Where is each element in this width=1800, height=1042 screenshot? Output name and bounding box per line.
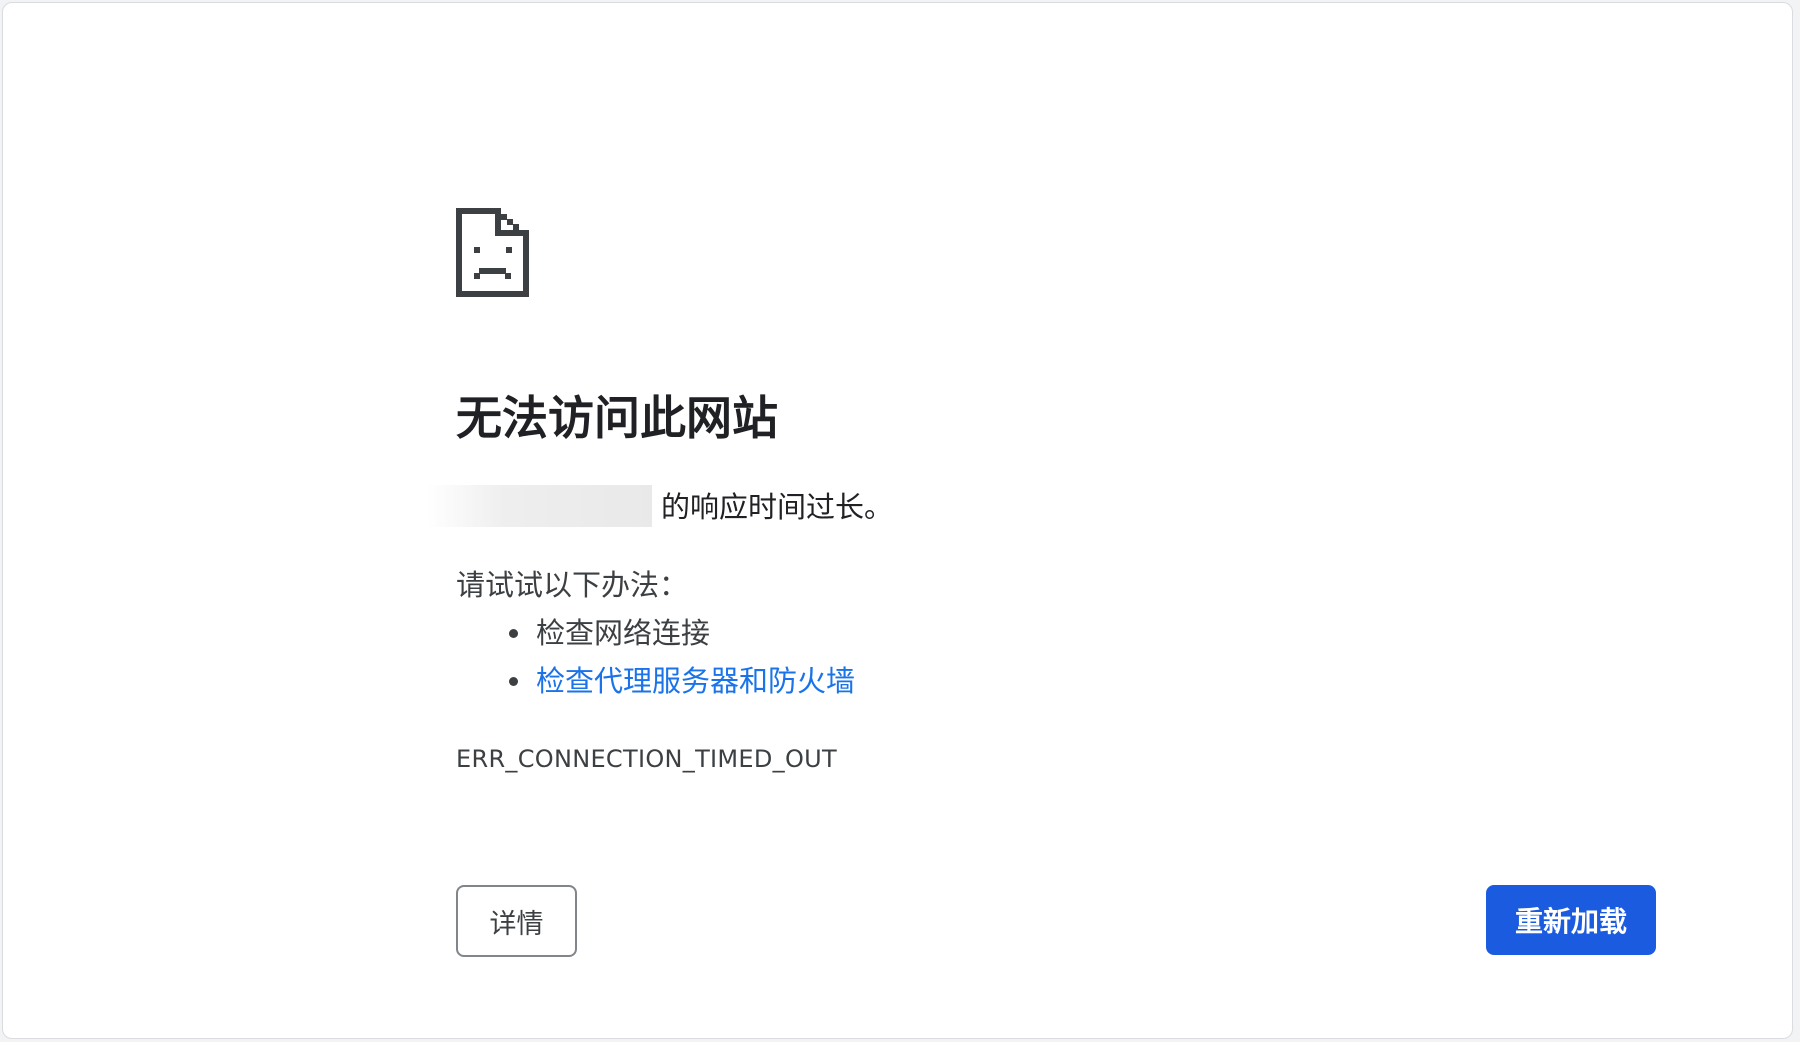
sad-document-icon: [456, 208, 529, 297]
check-proxy-firewall-link[interactable]: 检查代理服务器和防火墙: [536, 664, 855, 698]
error-headline: 无法访问此网站: [456, 391, 778, 445]
details-button[interactable]: 详情: [456, 885, 577, 957]
suggestion-label: 检查网络连接: [536, 616, 711, 650]
suggestions-intro: 请试试以下办法：: [456, 568, 689, 602]
reload-button[interactable]: 重新加载: [1486, 885, 1656, 955]
error-content: 无法访问此网站 的响应时间过长。 请试试以下办法： 检查网络连接 检查代理服务器…: [427, 3, 1656, 1038]
browser-page: 无法访问此网站 的响应时间过长。 请试试以下办法： 检查网络连接 检查代理服务器…: [2, 2, 1793, 1039]
bullet-icon: [509, 677, 518, 686]
summary-text: 的响应时间过长。: [661, 490, 894, 524]
suggestion-check-proxy-firewall: 检查代理服务器和防火墙: [456, 657, 855, 705]
redacted-hostname: [427, 485, 652, 527]
bullet-icon: [509, 629, 518, 638]
suggestion-check-network: 检查网络连接: [456, 609, 855, 657]
error-code: ERR_CONNECTION_TIMED_OUT: [456, 745, 837, 773]
suggestions-list: 检查网络连接 检查代理服务器和防火墙: [456, 609, 855, 705]
